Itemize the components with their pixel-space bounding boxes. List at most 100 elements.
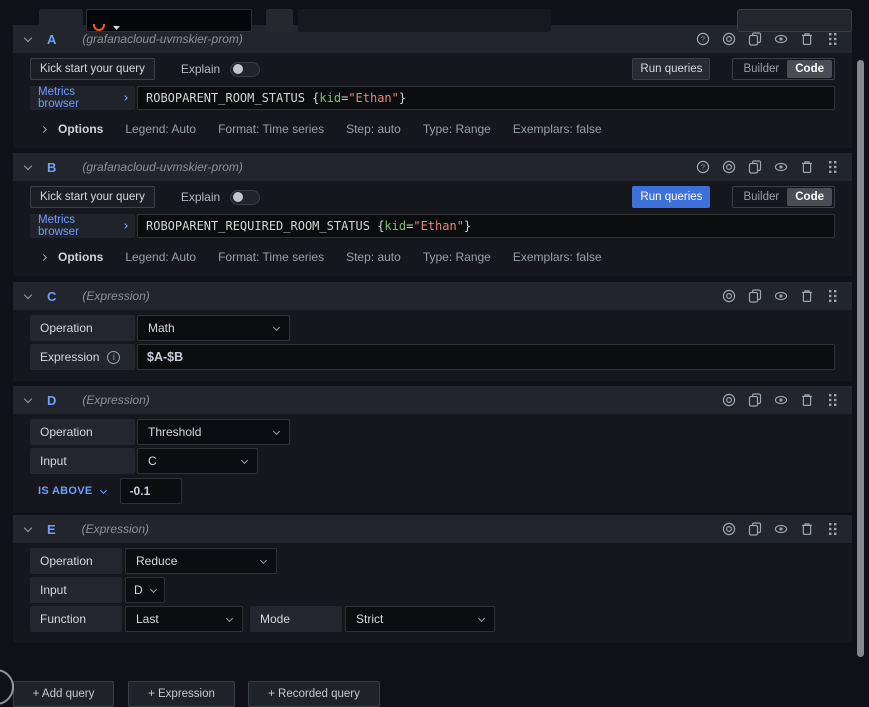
threshold-value-input[interactable]: -0.1 <box>120 478 182 504</box>
drag-handle-icon[interactable] <box>826 160 840 174</box>
chevron-right-icon <box>122 95 128 101</box>
scrollbar-thumb[interactable] <box>857 60 864 657</box>
copy-icon[interactable] <box>748 32 762 46</box>
eye-icon[interactable] <box>774 393 788 407</box>
add-recorded-query-button[interactable]: + Recorded query <box>248 681 380 707</box>
collapse-chevron-icon[interactable] <box>24 290 32 298</box>
datasource-picker-partial[interactable] <box>86 9 252 32</box>
expression-header-actions <box>722 289 840 303</box>
collapse-chevron-icon[interactable] <box>24 161 32 169</box>
operation-select[interactable]: Math <box>137 315 290 341</box>
record-icon[interactable] <box>722 32 736 46</box>
eye-icon[interactable] <box>774 522 788 536</box>
editor-mode-switch: Builder Code <box>732 186 835 208</box>
info-icon[interactable]: i <box>107 351 120 364</box>
toolbar-small-button[interactable] <box>266 9 293 32</box>
toolbar-right-button-partial[interactable] <box>737 9 852 32</box>
copy-icon[interactable] <box>748 522 762 536</box>
trash-icon[interactable] <box>800 160 814 174</box>
expression-c-header[interactable]: C (Expression) <box>13 282 852 310</box>
toolbar-panel-partial <box>298 9 551 32</box>
option-format: Format: Time series <box>218 250 324 264</box>
promql-code-editor[interactable]: ROBOPARENT_ROOM_STATUS {kid="Ethan"} <box>137 86 835 110</box>
chevron-down-icon <box>273 427 280 434</box>
drag-handle-icon[interactable] <box>826 393 840 407</box>
collapse-chevron-icon[interactable] <box>24 33 32 41</box>
closing-brace: } <box>464 219 471 233</box>
kick-start-query-button[interactable]: Kick start your query <box>30 186 155 208</box>
grafana-logo-icon <box>93 24 105 31</box>
collapse-chevron-icon[interactable] <box>24 394 32 402</box>
expression-d-header[interactable]: D (Expression) <box>13 386 852 414</box>
expression-e-header[interactable]: E (Expression) <box>13 515 852 543</box>
condition-select[interactable]: IS ABOVE <box>38 485 106 497</box>
operation-select[interactable]: Reduce <box>125 548 277 574</box>
operator: = <box>406 219 413 233</box>
promql-code-editor[interactable]: ROBOPARENT_REQUIRED_ROOM_STATUS {kid="Et… <box>137 214 835 238</box>
options-collapse-row[interactable]: Options Legend: Auto Format: Time series… <box>30 118 835 140</box>
expression-section-e: E (Expression) Operation Reduce <box>13 515 852 643</box>
kick-start-query-button[interactable]: Kick start your query <box>30 58 155 80</box>
input-select[interactable]: C <box>137 448 258 474</box>
metrics-browser-button[interactable]: Metrics browser <box>30 86 135 110</box>
option-type: Type: Range <box>423 250 491 264</box>
explain-label: Explain <box>181 190 220 204</box>
copy-icon[interactable] <box>748 160 762 174</box>
record-icon[interactable] <box>722 160 736 174</box>
expression-header-actions <box>722 522 840 536</box>
explain-toggle[interactable] <box>230 62 260 77</box>
collapse-chevron-icon[interactable] <box>24 523 32 531</box>
help-icon[interactable]: ? <box>696 32 710 46</box>
drag-handle-icon[interactable] <box>826 522 840 536</box>
input-select[interactable]: D <box>125 577 165 603</box>
query-text: ROBOPARENT_ROOM_STATUS { <box>146 91 319 105</box>
options-collapse-row[interactable]: Options Legend: Auto Format: Time series… <box>30 246 835 268</box>
expression-section-d: D (Expression) Operation Threshold <box>13 386 852 512</box>
trash-icon[interactable] <box>800 522 814 536</box>
metrics-browser-button[interactable]: Metrics browser <box>30 214 135 238</box>
add-query-button[interactable]: + Add query <box>13 681 114 707</box>
floating-help-button-partial[interactable] <box>0 669 14 705</box>
code-mode-option[interactable]: Code <box>787 188 832 206</box>
builder-mode-option[interactable]: Builder <box>735 60 787 78</box>
copy-icon[interactable] <box>748 289 762 303</box>
eye-icon[interactable] <box>774 160 788 174</box>
record-icon[interactable] <box>722 289 736 303</box>
chevron-down-icon <box>478 614 485 621</box>
option-legend: Legend: Auto <box>125 122 196 136</box>
record-icon[interactable] <box>722 522 736 536</box>
query-header-actions: ? <box>696 160 840 174</box>
math-expression-input[interactable]: $A-$B <box>137 344 835 370</box>
query-b-header[interactable]: B (grafanacloud-uvmskier-prom) ? <box>13 153 852 181</box>
label-name: kid <box>319 91 341 105</box>
explain-toggle[interactable] <box>230 190 260 205</box>
operation-select[interactable]: Threshold <box>137 419 290 445</box>
drag-handle-icon[interactable] <box>826 32 840 46</box>
option-exemplars: Exemplars: false <box>513 122 602 136</box>
record-icon[interactable] <box>722 393 736 407</box>
add-expression-button[interactable]: + Expression <box>128 681 235 707</box>
run-queries-button[interactable]: Run queries <box>632 186 710 208</box>
expression-kind: (Expression) <box>82 393 149 407</box>
trash-icon[interactable] <box>800 289 814 303</box>
eye-icon[interactable] <box>774 289 788 303</box>
eye-icon[interactable] <box>774 32 788 46</box>
drag-handle-icon[interactable] <box>826 289 840 303</box>
code-mode-option[interactable]: Code <box>787 60 832 78</box>
function-select[interactable]: Last <box>125 606 243 632</box>
chevron-down-icon <box>100 486 107 493</box>
expression-refid: C <box>47 289 56 304</box>
trash-icon[interactable] <box>800 393 814 407</box>
expression-label: Expression i <box>30 344 135 370</box>
editor-mode-switch: Builder Code <box>732 58 835 80</box>
mode-select[interactable]: Strict <box>345 606 495 632</box>
function-label: Function <box>30 606 122 632</box>
copy-icon[interactable] <box>748 393 762 407</box>
trash-icon[interactable] <box>800 32 814 46</box>
chevron-down-icon <box>273 323 280 330</box>
operation-label: Operation <box>30 419 135 445</box>
run-queries-button[interactable]: Run queries <box>632 58 710 80</box>
help-icon[interactable]: ? <box>696 160 710 174</box>
query-section-a: A (grafanacloud-uvmskier-prom) ? <box>13 25 852 148</box>
builder-mode-option[interactable]: Builder <box>735 188 787 206</box>
